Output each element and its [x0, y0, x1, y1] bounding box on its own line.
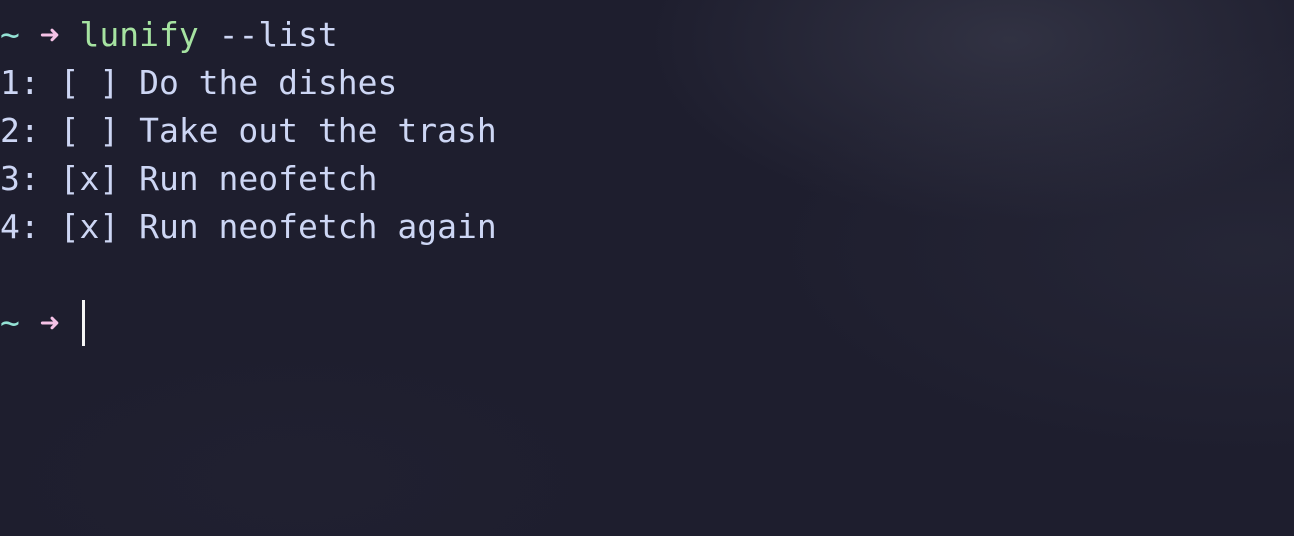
prompt-arrow-icon: ➜ [39, 15, 60, 54]
terminal-window[interactable]: ~ ➜ lunify --list 1: [ ] Do the dishes 2… [0, 0, 1294, 536]
command-name: lunify [79, 15, 199, 54]
todo-item: 1: [ ] Do the dishes [0, 63, 398, 102]
todo-item: 4: [x] Run neofetch again [0, 207, 497, 246]
input-prompt-line[interactable]: ~ ➜ [0, 299, 1294, 347]
todo-item: 2: [ ] Take out the trash [0, 111, 497, 150]
command-args: --list [198, 15, 338, 54]
text-cursor[interactable] [81, 299, 85, 346]
prompt-tilde: ~ [0, 15, 20, 54]
prompt-arrow-icon: ➜ [39, 303, 60, 342]
todo-item: 3: [x] Run neofetch [0, 159, 378, 198]
prompt-tilde: ~ [0, 303, 20, 342]
command-line: ~ ➜ lunify --list [0, 11, 1294, 59]
